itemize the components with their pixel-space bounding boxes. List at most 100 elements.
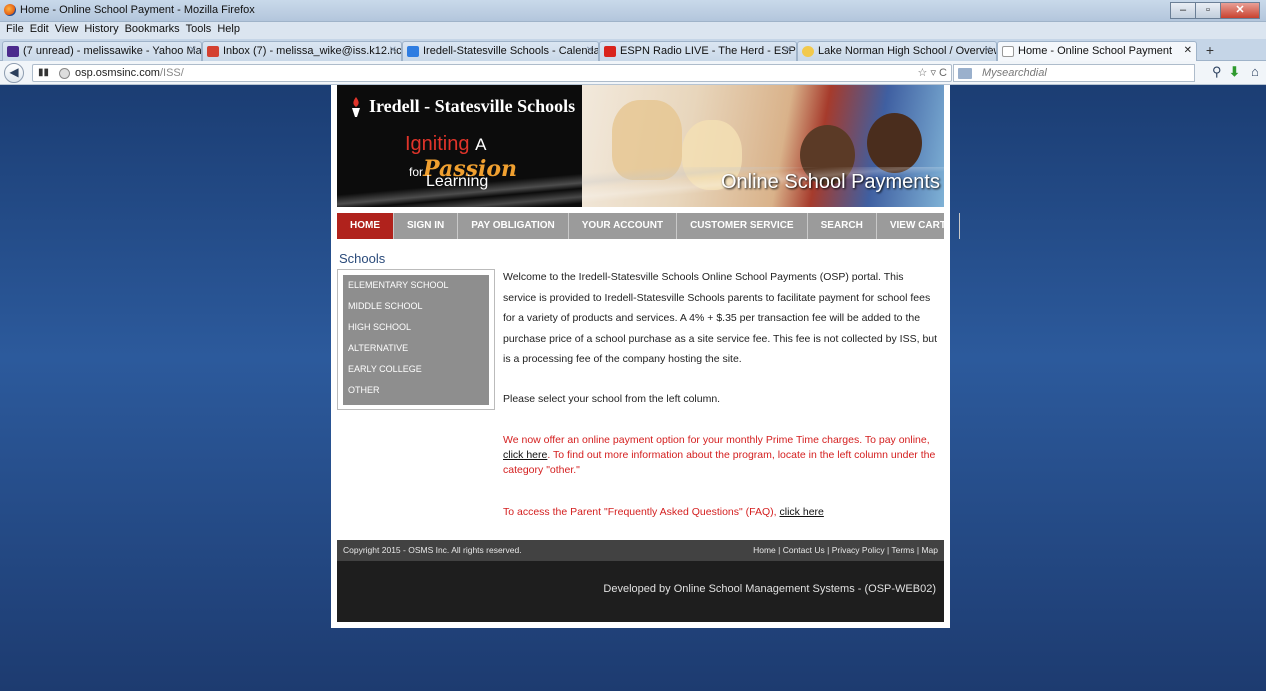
nav-view-cart[interactable]: VIEW CART xyxy=(877,213,960,239)
close-window-button[interactable]: ✕ xyxy=(1220,2,1260,19)
close-tab-icon[interactable]: ✕ xyxy=(784,45,792,56)
tab-label: Iredell-Statesville Schools - Calendar xyxy=(423,45,599,57)
footer-link-map[interactable]: Map xyxy=(921,545,938,555)
tab-espn[interactable]: ESPN Radio LIVE - The Herd - ESPN ✕ xyxy=(599,41,797,61)
nav-sign-in[interactable]: SIGN IN xyxy=(394,213,459,239)
tab-online-school-payment[interactable]: Home - Online School Payment ✕ xyxy=(997,41,1197,62)
tab-yahoo-mail[interactable]: (7 unread) - melissawike - Yahoo Mail ✕ xyxy=(2,41,202,61)
window-title: Home - Online School Payment - Mozilla F… xyxy=(20,4,255,16)
menu-tools[interactable]: Tools xyxy=(183,22,215,36)
school-elementary[interactable]: ELEMENTARY SCHOOL xyxy=(343,275,489,296)
new-tab-button[interactable]: + xyxy=(1200,42,1220,60)
school-early-college[interactable]: EARLY COLLEGE xyxy=(343,359,489,380)
schools-list: ELEMENTARY SCHOOL MIDDLE SCHOOL HIGH SCH… xyxy=(343,275,489,405)
prime-time-text-2: . To find out more information about the… xyxy=(503,449,936,476)
bookmark-star-icon[interactable]: ☆ ▿ C xyxy=(918,66,947,79)
close-tab-icon[interactable]: ✕ xyxy=(389,45,397,56)
school-icon xyxy=(802,46,814,57)
tab-calendar[interactable]: Iredell-Statesville Schools - Calendar ✕ xyxy=(402,41,599,61)
select-school-text: Please select your school from the left … xyxy=(503,392,721,405)
search-placeholder: Mysearchdial xyxy=(982,67,1047,79)
menu-bar: File Edit View History Bookmarks Tools Help xyxy=(0,22,1266,39)
schools-panel: ELEMENTARY SCHOOL MIDDLE SCHOOL HIGH SCH… xyxy=(337,269,495,410)
welcome-paragraph: Welcome to the Iredell-Statesville Schoo… xyxy=(503,271,938,365)
footer-bar: Copyright 2015 - OSMS Inc. All rights re… xyxy=(337,540,944,561)
tagline-for: for xyxy=(409,165,424,179)
tab-label: (7 unread) - melissawike - Yahoo Mail xyxy=(23,45,202,57)
minimize-button[interactable]: ‒ xyxy=(1170,2,1196,19)
tab-lake-norman[interactable]: Lake Norman High School / Overview ✕ xyxy=(797,41,997,61)
school-high[interactable]: HIGH SCHOOL xyxy=(343,317,489,338)
tab-label: Home - Online School Payment xyxy=(1018,45,1173,57)
footer-link-privacy[interactable]: Privacy Policy xyxy=(832,545,885,555)
yahoo-mail-icon xyxy=(7,46,19,57)
home-icon[interactable]: ⌂ xyxy=(1251,65,1259,79)
faq-text: To access the Parent "Frequently Asked Q… xyxy=(503,506,777,518)
menu-bookmarks[interactable]: Bookmarks xyxy=(122,22,183,36)
menu-edit[interactable]: Edit xyxy=(27,22,52,36)
url-bar[interactable]: ▮▮ osp.osmsinc.com/ISS/ ☆ ▿ C xyxy=(32,64,952,82)
globe-icon xyxy=(59,68,70,79)
footer-link-terms[interactable]: Terms xyxy=(891,545,914,555)
district-name: Iredell - Statesville Schools xyxy=(369,96,576,116)
url-path: /ISS/ xyxy=(159,67,184,79)
espn-icon xyxy=(604,46,616,57)
school-middle[interactable]: MIDDLE SCHOOL xyxy=(343,296,489,317)
footer-links: Home | Contact Us | Privacy Policy | Ter… xyxy=(753,545,938,555)
download-icon[interactable]: ⬇ xyxy=(1229,65,1240,79)
window-titlebar: Home - Online School Payment - Mozilla F… xyxy=(0,0,1266,22)
copyright-text: Copyright 2015 - OSMS Inc. All rights re… xyxy=(343,545,522,555)
developed-by-text: Developed by Online School Management Sy… xyxy=(603,583,936,595)
nav-your-account[interactable]: YOUR ACCOUNT xyxy=(569,213,678,239)
close-tab-icon[interactable]: ✕ xyxy=(586,45,594,56)
tagline-a: A xyxy=(475,135,487,154)
faq-notice: To access the Parent "Frequently Asked Q… xyxy=(503,505,939,520)
header-banner: Iredell - Statesville Schools Igniting A… xyxy=(337,85,944,207)
tagline-igniting-word: Igniting xyxy=(405,133,470,155)
back-button[interactable]: ◀ xyxy=(4,63,24,83)
url-text: osp.osmsinc.com/ISS/ xyxy=(75,67,184,79)
tab-gmail[interactable]: Inbox (7) - melissa_wike@iss.k12.nc.u...… xyxy=(202,41,402,61)
search-icon[interactable]: ⚲ xyxy=(1212,65,1222,79)
footer-link-home[interactable]: Home xyxy=(753,545,776,555)
school-alternative[interactable]: ALTERNATIVE xyxy=(343,338,489,359)
page-icon xyxy=(1002,46,1014,57)
tagline-learning: Learning xyxy=(426,173,489,190)
prime-time-text: We now offer an online payment option fo… xyxy=(503,434,930,446)
torch-logo-icon xyxy=(352,97,360,117)
nav-pay-obligation[interactable]: PAY OBLIGATION xyxy=(458,213,569,239)
calendar-icon xyxy=(407,46,419,57)
nav-search[interactable]: SEARCH xyxy=(808,213,877,239)
main-navigation: HOME SIGN IN PAY OBLIGATION YOUR ACCOUNT… xyxy=(337,213,960,239)
back-arrow-icon: ◀ xyxy=(9,65,19,79)
menu-help[interactable]: Help xyxy=(214,22,243,36)
reader-icon[interactable]: ▮▮ xyxy=(38,67,49,78)
maximize-button[interactable]: ▫ xyxy=(1195,2,1221,19)
school-other[interactable]: OTHER xyxy=(343,380,489,401)
nav-customer-service[interactable]: CUSTOMER SERVICE xyxy=(677,213,808,239)
faq-link[interactable]: click here xyxy=(780,506,824,518)
welcome-content: Welcome to the Iredell-Statesville Schoo… xyxy=(503,267,939,520)
close-tab-icon[interactable]: ✕ xyxy=(189,45,197,56)
firefox-logo-icon xyxy=(4,4,16,16)
product-title: Online School Payments xyxy=(720,171,940,193)
close-tab-icon[interactable]: ✕ xyxy=(1184,45,1192,56)
menu-history[interactable]: History xyxy=(81,22,121,36)
close-tab-icon[interactable]: ✕ xyxy=(984,45,992,56)
search-box[interactable]: Mysearchdial xyxy=(953,64,1195,82)
tab-label: ESPN Radio LIVE - The Herd - ESPN xyxy=(620,45,797,57)
menu-view[interactable]: View xyxy=(52,22,82,36)
tab-label: Inbox (7) - melissa_wike@iss.k12.nc.u... xyxy=(223,45,402,57)
prime-time-link[interactable]: click here xyxy=(503,449,547,461)
window-controls: ‒ ▫ ✕ xyxy=(1170,2,1260,19)
menu-file[interactable]: File xyxy=(3,22,27,36)
gmail-icon xyxy=(207,46,219,57)
search-engine-icon[interactable] xyxy=(958,68,972,79)
url-domain: osp.osmsinc.com xyxy=(75,67,160,79)
footer-bottom: Developed by Online School Management Sy… xyxy=(337,561,944,622)
schools-heading: Schools xyxy=(339,251,386,266)
footer-link-contact[interactable]: Contact Us xyxy=(783,545,825,555)
tab-label: Lake Norman High School / Overview xyxy=(818,45,997,57)
prime-time-notice: We now offer an online payment option fo… xyxy=(503,433,939,478)
nav-home[interactable]: HOME xyxy=(337,213,394,239)
